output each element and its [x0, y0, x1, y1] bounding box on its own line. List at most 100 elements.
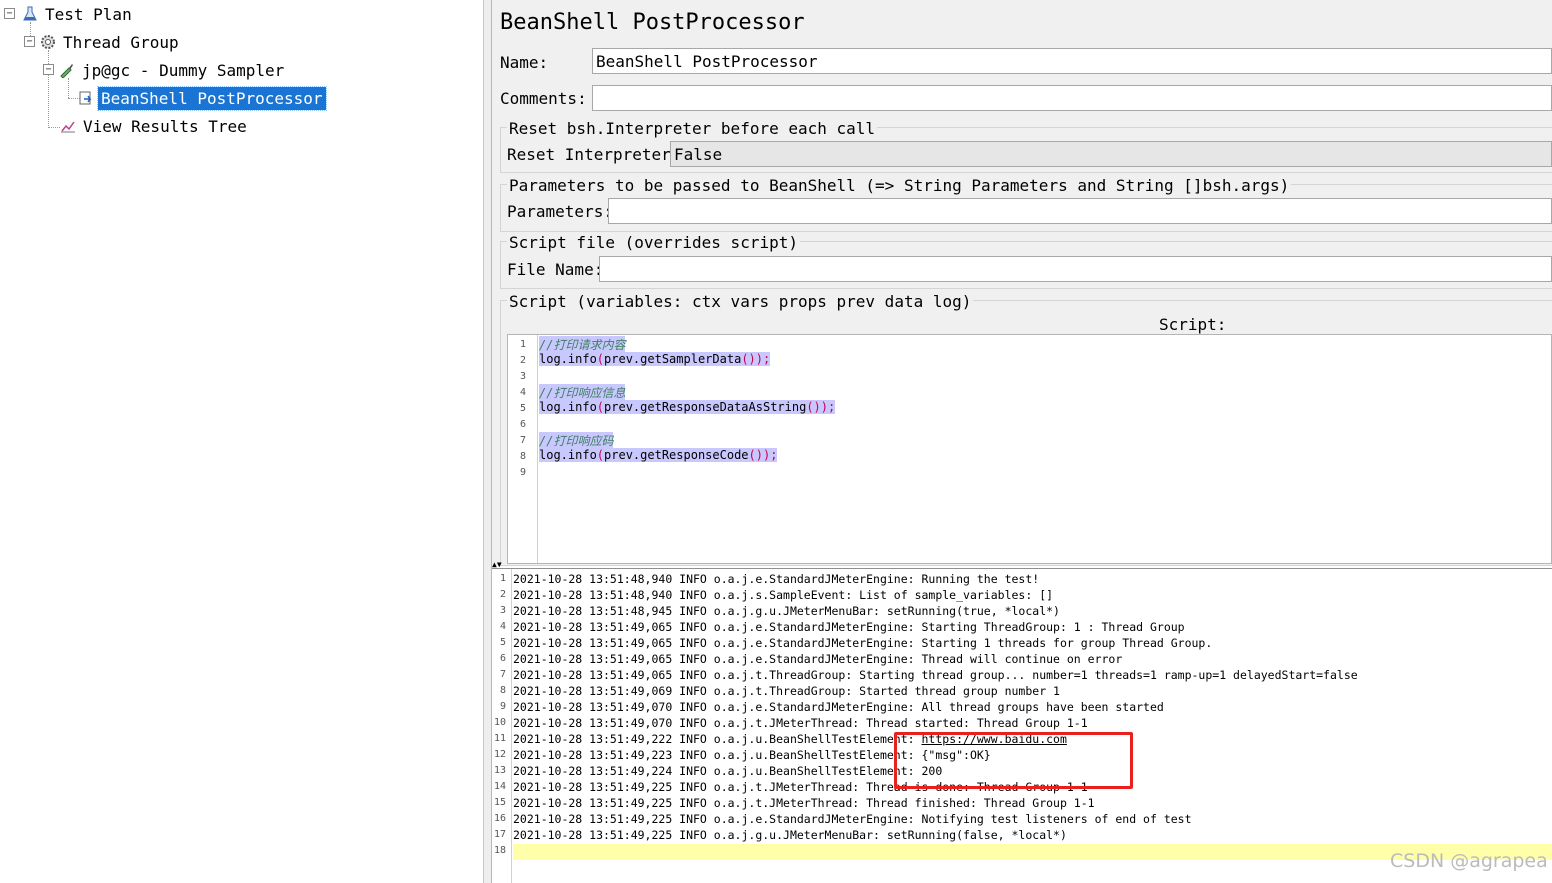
line-number: 2 [519, 355, 526, 366]
log-line: 2021-10-28 13:51:49,065 INFO o.a.j.e.Sta… [513, 620, 1185, 634]
log-line-number: 5 [499, 637, 506, 648]
log-line-number: 9 [499, 701, 506, 712]
script-line: //打印响应码 [539, 432, 614, 449]
log-line-number: 10 [493, 717, 506, 728]
tree-connector [48, 50, 49, 128]
line-number: 6 [519, 419, 526, 430]
tree-node-thread-group[interactable]: Thread Group [40, 29, 182, 55]
line-number: 5 [519, 403, 526, 414]
log-line-prefix: 2021-10-28 13:51:49,222 INFO o.a.j.u.Bea… [513, 732, 922, 746]
watermark: CSDN @agrapea [1390, 850, 1548, 872]
log-line: 2021-10-28 13:51:49,069 INFO o.a.j.t.Thr… [513, 684, 1060, 698]
test-plan-tree[interactable]: − Test Plan − Thread Group − jp@gc - Dum… [0, 0, 484, 883]
code-token: ( [596, 400, 605, 414]
annotation-highlight-box [894, 732, 1133, 789]
code-token: prev.getSamplerData [604, 352, 742, 366]
reset-interpreter-label: Reset Interpreter: [507, 145, 681, 164]
log-line: 2021-10-28 13:51:49,225 INFO o.a.j.t.JMe… [513, 796, 1095, 810]
log-line: 2021-10-28 13:51:49,065 INFO o.a.j.t.Thr… [513, 668, 1358, 682]
code-token: prev.getResponseDataAsString [604, 400, 807, 414]
file-name-field[interactable] [599, 256, 1552, 282]
tree-node-label: Test Plan [45, 4, 132, 24]
code-token: log.info [539, 400, 597, 414]
line-number: 7 [519, 435, 526, 446]
line-number: 4 [519, 387, 526, 398]
log-line-number: 18 [493, 845, 506, 856]
log-line-number: 8 [499, 685, 506, 696]
log-line-number: 16 [493, 813, 506, 824]
name-label: Name: [500, 53, 549, 72]
log-line: 2021-10-28 13:51:49,225 INFO o.a.j.g.u.J… [513, 828, 1067, 842]
log-line-number: 14 [493, 781, 506, 792]
collapse-toggle[interactable]: − [24, 36, 35, 47]
flask-icon [22, 6, 38, 22]
log-line-number: 11 [493, 733, 506, 744]
parameters-field[interactable] [608, 198, 1552, 224]
gear-icon [40, 34, 56, 50]
script-label: Script: [1159, 315, 1227, 334]
pipette-icon [59, 62, 75, 79]
code-token: ()); [748, 448, 778, 462]
code-token: ( [596, 448, 605, 462]
line-number: 1 [519, 339, 526, 350]
line-number: 9 [519, 467, 526, 478]
split-pane-divider[interactable] [484, 0, 492, 883]
tree-node-view-results-tree[interactable]: View Results Tree [60, 113, 250, 139]
log-line: 2021-10-28 13:51:49,224 INFO o.a.j.u.Bea… [513, 764, 943, 778]
code-token: ( [596, 352, 605, 366]
collapse-toggle[interactable]: − [43, 64, 54, 75]
tree-node-label: BeanShell PostProcessor [97, 85, 327, 111]
log-line-number: 15 [493, 797, 506, 808]
code-token: ()); [741, 352, 771, 366]
code-token: prev.getResponseCode [604, 448, 749, 462]
log-line: 2021-10-28 13:51:48,945 INFO o.a.j.g.u.J… [513, 604, 1060, 618]
panel-title: BeanShell PostProcessor [500, 10, 805, 35]
log-line-number: 3 [499, 605, 506, 616]
script-line: log.info(prev.getSamplerData()); [539, 352, 771, 366]
log-line: 2021-10-28 13:51:48,940 INFO o.a.j.e.Sta… [513, 572, 1040, 586]
script-gutter: 1 2 3 4 5 6 7 8 9 [508, 335, 538, 563]
log-line-number: 2 [499, 589, 506, 600]
tree-node-label: View Results Tree [83, 116, 247, 136]
parameters-label: Parameters: [507, 202, 613, 221]
script-line: log.info(prev.getResponseDataAsString())… [539, 400, 836, 414]
code-token: log.info [539, 448, 597, 462]
tree-node-label: jp@gc - Dummy Sampler [82, 60, 285, 80]
chart-icon [60, 118, 76, 134]
document-arrow-icon [78, 90, 94, 106]
tree-node-beanshell-postprocessor[interactable]: BeanShell PostProcessor [78, 85, 327, 111]
line-number: 3 [519, 371, 526, 382]
line-number: 8 [519, 451, 526, 462]
code-token: log.info [539, 352, 597, 366]
log-line-number: 7 [499, 669, 506, 680]
log-line-number: 12 [493, 749, 506, 760]
reset-interpreter-select[interactable]: False [670, 141, 1552, 167]
log-line-number: 17 [493, 829, 506, 840]
tree-node-dummy-sampler[interactable]: jp@gc - Dummy Sampler [59, 57, 287, 83]
log-line: 2021-10-28 13:51:49,070 INFO o.a.j.t.JMe… [513, 716, 1088, 730]
log-line: 2021-10-28 13:51:49,225 INFO o.a.j.e.Sta… [513, 812, 1192, 826]
log-viewer[interactable]: 1 2 3 4 5 6 7 8 9 10 11 12 13 14 15 16 1… [492, 568, 1552, 883]
tree-connector [48, 127, 60, 128]
log-line-number: 6 [499, 653, 506, 664]
tree-node-test-plan[interactable]: Test Plan [22, 1, 135, 27]
log-line-number: 1 [499, 573, 506, 584]
parameters-group-title: Parameters to be passed to BeanShell (=>… [507, 176, 1292, 195]
log-line-number: 4 [499, 621, 506, 632]
script-line: log.info(prev.getResponseCode()); [539, 448, 778, 462]
log-line-number: 13 [493, 765, 506, 776]
comments-label: Comments: [500, 89, 587, 108]
tree-node-label: Thread Group [63, 32, 179, 52]
file-name-label: File Name: [507, 260, 604, 279]
script-group-title: Script (variables: ctx vars props prev d… [507, 292, 974, 311]
log-line: 2021-10-28 13:51:49,070 INFO o.a.j.e.Sta… [513, 700, 1164, 714]
script-line: //打印响应信息 [539, 384, 626, 401]
name-field[interactable]: BeanShell PostProcessor [592, 48, 1552, 74]
comments-field[interactable] [592, 85, 1552, 111]
collapse-toggle[interactable]: − [4, 8, 15, 19]
log-line: 2021-10-28 13:51:48,940 INFO o.a.j.s.Sam… [513, 588, 1054, 602]
log-gutter: 1 2 3 4 5 6 7 8 9 10 11 12 13 14 15 16 1… [492, 569, 512, 883]
script-editor[interactable]: 1 2 3 4 5 6 7 8 9 //打印请求内容 log.info(prev… [507, 334, 1552, 564]
script-file-group-title: Script file (overrides script) [507, 233, 800, 252]
reset-group-title: Reset bsh.Interpreter before each call [507, 119, 878, 138]
